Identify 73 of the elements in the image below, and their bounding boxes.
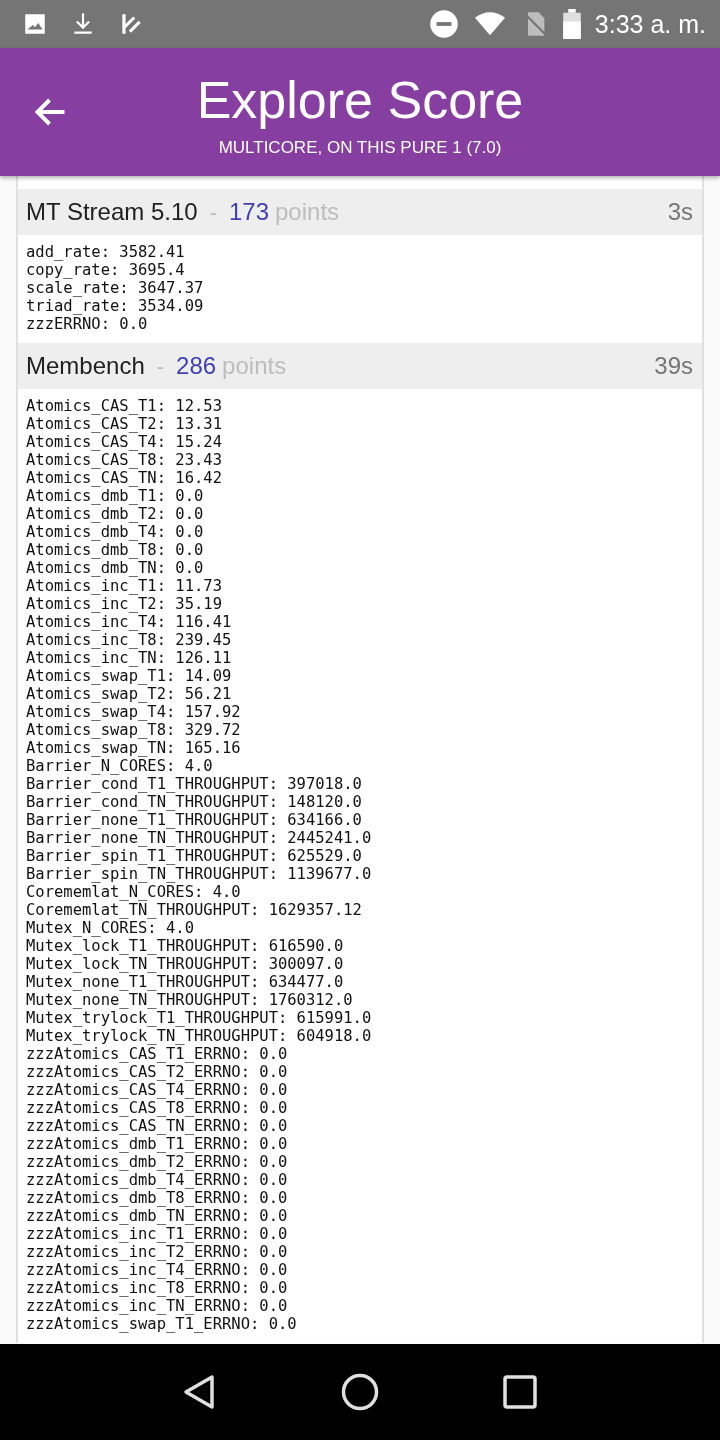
result-line: Mutex_lock_T1_THROUGHPUT: 616590.0 [26, 937, 344, 955]
result-line: Atomics_dmb_T1: 0.0 [26, 487, 204, 505]
score-value: 173 [228, 198, 269, 226]
separator: - [156, 354, 165, 380]
result-line: Atomics_dmb_T2: 0.0 [26, 505, 204, 523]
result-line: zzzAtomics_inc_T4_ERRNO: 0.0 [26, 1261, 288, 1279]
result-line: zzzAtomics_inc_T1_ERRNO: 0.0 [26, 1225, 288, 1243]
result-line: Atomics_CAS_T8: 23.43 [26, 451, 222, 469]
result-line: triad_rate: 3534.09 [26, 297, 204, 315]
result-line: zzzAtomics_dmb_T8_ERRNO: 0.0 [26, 1189, 288, 1207]
benchmark-name: MT Stream 5.10 [26, 198, 198, 226]
result-line: Mutex_trylock_T1_THROUGHPUT: 615991.0 [26, 1009, 372, 1027]
result-line: Atomics_inc_T8: 239.45 [26, 631, 232, 649]
result-line: Atomics_swap_T1: 14.09 [26, 667, 232, 685]
result-line: add_rate: 3582.41 [26, 243, 185, 261]
result-line: zzzAtomics_CAS_T1_ERRNO: 0.0 [26, 1045, 288, 1063]
image-icon [22, 11, 48, 37]
separator: - [209, 200, 217, 226]
result-line: Atomics_inc_T2: 35.19 [26, 595, 222, 613]
result-line: Atomics_inc_T1: 11.73 [26, 577, 222, 595]
result-line: Atomics_CAS_T1: 12.53 [26, 397, 222, 415]
result-line: zzzAtomics_inc_TN_ERRNO: 0.0 [26, 1297, 288, 1315]
result-line: Atomics_inc_TN: 126.11 [26, 649, 232, 667]
result-line: Atomics_dmb_T8: 0.0 [26, 541, 204, 559]
result-line: Mutex_lock_TN_THROUGHPUT: 300097.0 [26, 955, 344, 973]
result-line: Barrier_N_CORES: 4.0 [26, 757, 213, 775]
result-line: zzzAtomics_dmb_T4_ERRNO: 0.0 [26, 1171, 288, 1189]
result-line: zzzAtomics_CAS_TN_ERRNO: 0.0 [26, 1117, 288, 1135]
result-line: Mutex_trylock_TN_THROUGHPUT: 604918.0 [26, 1027, 372, 1045]
result-line: Barrier_spin_TN_THROUGHPUT: 1139677.0 [26, 865, 372, 883]
result-line: Atomics_swap_T2: 56.21 [26, 685, 232, 703]
result-line: Barrier_cond_TN_THROUGHPUT: 148120.0 [26, 793, 362, 811]
result-line: Corememlat_TN_THROUGHPUT: 1629357.12 [26, 901, 362, 919]
result-line: Mutex_none_TN_THROUGHPUT: 1760312.0 [26, 991, 353, 1009]
result-line: Atomics_dmb_TN: 0.0 [26, 559, 204, 577]
result-line: scale_rate: 3647.37 [26, 279, 204, 297]
page-title: Explore Score [196, 70, 524, 130]
benchmark-name: Membench [26, 352, 145, 380]
result-line: Mutex_none_T1_THROUGHPUT: 634477.0 [26, 973, 344, 991]
result-line: Corememlat_N_CORES: 4.0 [26, 883, 241, 901]
result-line: zzzAtomics_CAS_T2_ERRNO: 0.0 [26, 1063, 288, 1081]
home-icon[interactable] [340, 1372, 380, 1412]
result-line: Mutex_N_CORES: 4.0 [26, 919, 194, 937]
result-line: Atomics_CAS_T4: 15.24 [26, 433, 222, 451]
result-line: Atomics_swap_TN: 165.16 [26, 739, 241, 757]
result-line: zzzAtomics_CAS_T4_ERRNO: 0.0 [26, 1081, 288, 1099]
result-line: Barrier_none_T1_THROUGHPUT: 634166.0 [26, 811, 362, 829]
duration: 39s [654, 352, 693, 380]
page-subtitle: MULTICORE, ON THIS PURE 1 (7.0) [218, 138, 502, 158]
result-line: zzzAtomics_inc_T2_ERRNO: 0.0 [26, 1243, 288, 1261]
recents-icon[interactable] [500, 1372, 540, 1412]
result-line: zzzERRNO: 0.0 [26, 315, 148, 333]
result-line: zzzAtomics_dmb_T2_ERRNO: 0.0 [26, 1153, 288, 1171]
result-line: Barrier_spin_T1_THROUGHPUT: 625529.0 [26, 847, 362, 865]
duration: 3s [667, 198, 693, 226]
result-line: Atomics_CAS_TN: 16.42 [26, 469, 222, 487]
result-line: zzzAtomics_swap_T1_ERRNO: 0.0 [26, 1315, 297, 1333]
result-line: zzzAtomics_CAS_T8_ERRNO: 0.0 [26, 1099, 288, 1117]
result-line: Barrier_none_TN_THROUGHPUT: 2445241.0 [26, 829, 372, 847]
result-line: Atomics_swap_T4: 157.92 [26, 703, 241, 721]
result-line: Barrier_cond_T1_THROUGHPUT: 397018.0 [26, 775, 362, 793]
result-line: copy_rate: 3695.4 [26, 261, 185, 279]
result-line: Atomics_CAS_T2: 13.31 [26, 415, 222, 433]
score-value: 286 [176, 352, 217, 380]
status-time: 3:33 a. m. [594, 9, 706, 39]
do-not-disturb-icon [428, 9, 459, 39]
result-line: Atomics_swap_T8: 329.72 [26, 721, 241, 739]
battery-icon [562, 9, 581, 39]
result-line: Atomics_inc_T4: 116.41 [26, 613, 232, 631]
result-line: zzzAtomics_dmb_T1_ERRNO: 0.0 [26, 1135, 288, 1153]
result-line: Atomics_dmb_T4: 0.0 [26, 523, 204, 541]
result-line: zzzAtomics_inc_T8_ERRNO: 0.0 [26, 1279, 288, 1297]
result-line: zzzAtomics_dmb_TN_ERRNO: 0.0 [26, 1207, 288, 1225]
